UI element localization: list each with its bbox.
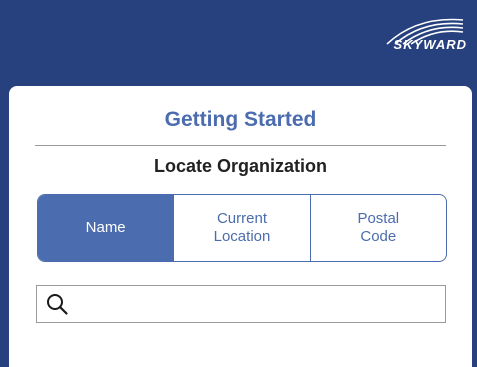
section-subtitle: Locate Organization — [153, 156, 328, 176]
getting-started-card: Getting Started Locate Organization Name… — [9, 86, 472, 367]
search-mode-current-location-label: Current Location — [213, 210, 271, 245]
search-input[interactable] — [74, 288, 439, 320]
search-box[interactable] — [36, 285, 446, 323]
search-mode-name-tab[interactable]: Name — [38, 195, 174, 261]
skyward-logo: SKYWARD — [375, 14, 467, 54]
logo-wordmark: SKYWARD — [393, 37, 467, 52]
search-mode-postal-code-tab[interactable]: Postal Code — [309, 195, 446, 261]
search-icon — [47, 294, 68, 315]
app-screen: SKYWARD Getting Started Locate Organizat… — [0, 0, 477, 367]
search-mode-current-location-tab[interactable]: Current Location — [173, 195, 309, 261]
page-title: Getting Started — [164, 108, 317, 131]
search-mode-segmented-control: Name Current Location Postal Code — [37, 194, 447, 262]
search-mode-name-label: Name — [85, 219, 126, 236]
search-mode-postal-code-label: Postal Code — [357, 210, 400, 245]
title-divider — [35, 145, 446, 146]
